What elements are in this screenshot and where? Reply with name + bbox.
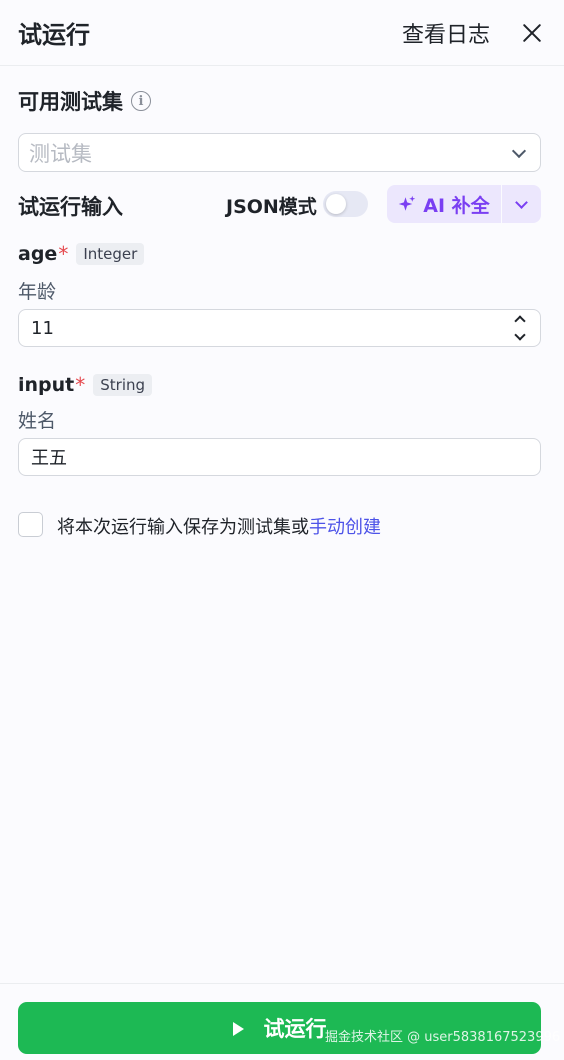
test-set-placeholder: 测试集 [29, 141, 92, 166]
json-mode-toggle[interactable] [323, 191, 368, 217]
type-badge: Integer [76, 243, 145, 265]
json-mode-label: JSON模式 [226, 196, 317, 218]
chevron-down-icon [511, 143, 527, 158]
play-icon [232, 1021, 244, 1036]
run-input-label: 试运行输入 [18, 195, 123, 219]
info-icon[interactable]: i [131, 91, 151, 111]
test-set-select[interactable]: 测试集 [18, 133, 541, 172]
manual-create-link[interactable]: 手动创建 [309, 517, 381, 538]
field-description: 年龄 [18, 281, 57, 303]
watermark: 掘金技术社区 @ user5838167523996 [325, 1030, 561, 1045]
save-test-set-checkbox[interactable] [18, 512, 43, 537]
test-set-label: 可用测试集 [18, 90, 123, 114]
field-input-header: input * String [18, 373, 153, 397]
field-name: input [18, 374, 75, 396]
sparkle-icon [399, 195, 416, 211]
close-icon[interactable] [518, 19, 546, 47]
ai-fill-label: AI 补全 [423, 194, 490, 217]
age-number-input[interactable]: 11 [18, 309, 541, 347]
save-test-set-label: 将本次运行输入保存为测试集或 [57, 517, 309, 538]
type-badge: String [93, 374, 153, 396]
field-name: age [18, 243, 58, 265]
input-value: 11 [31, 317, 54, 339]
chevron-down-icon [515, 195, 528, 209]
view-logs-button[interactable]: 查看日志 [402, 17, 490, 49]
chevron-up-icon[interactable] [514, 315, 526, 327]
required-mark: * [58, 242, 69, 266]
chevron-down-icon[interactable] [514, 329, 526, 341]
field-description: 姓名 [18, 410, 57, 432]
ai-fill-group: AI 补全 [387, 185, 541, 223]
ai-fill-button[interactable]: AI 补全 [387, 185, 501, 223]
required-mark: * [75, 373, 86, 397]
save-test-set-text: 将本次运行输入保存为测试集或手动创建 [57, 513, 381, 539]
page-title: 试运行 [18, 21, 90, 49]
field-age-header: age * Integer [18, 242, 145, 266]
panel-header: 试运行 查看日志 [0, 0, 564, 66]
ai-fill-dropdown-button[interactable] [502, 185, 541, 223]
run-button-label: 试运行 [263, 1017, 327, 1041]
input-text-field[interactable]: 王五 [18, 438, 541, 476]
run-input-label-row: 试运行输入 [18, 191, 123, 221]
toggle-knob [326, 194, 346, 214]
number-stepper[interactable] [514, 314, 526, 342]
input-value: 王五 [31, 448, 67, 469]
test-set-label-row: 可用测试集 i [18, 86, 151, 116]
